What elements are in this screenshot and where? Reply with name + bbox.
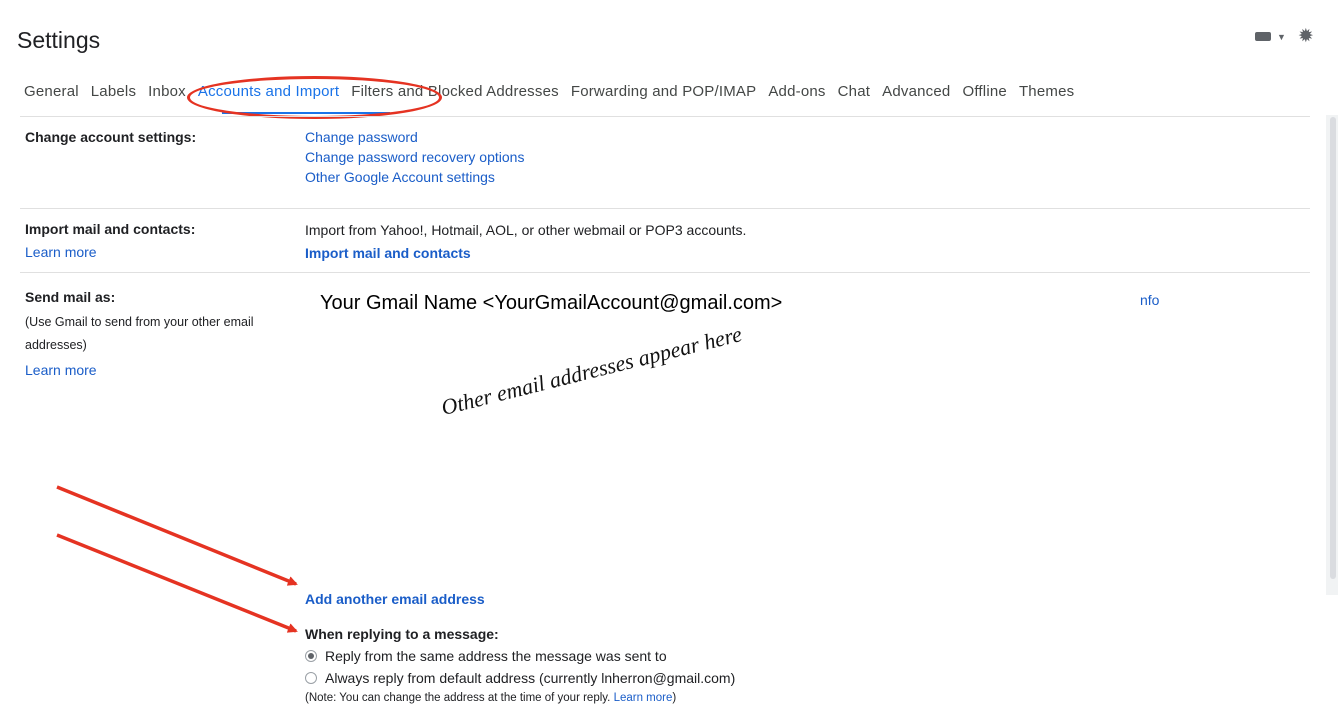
- tab-labels[interactable]: Labels: [91, 83, 136, 100]
- highlight-oval-annotation: [187, 76, 442, 119]
- chevron-down-icon[interactable]: ▼: [1277, 32, 1286, 42]
- row-divider: [20, 208, 1310, 209]
- reply-note: (Note: You can change the address at the…: [305, 692, 676, 704]
- reply-learn-more-link[interactable]: Learn more: [614, 692, 673, 704]
- tab-themes[interactable]: Themes: [1019, 83, 1074, 100]
- arrow-to-replying: [56, 533, 298, 633]
- send-mail-desc-2: addresses): [25, 338, 87, 352]
- tab-advanced[interactable]: Advanced: [882, 83, 950, 100]
- reply-option-default[interactable]: Always reply from default address (curre…: [305, 670, 735, 686]
- tab-chat[interactable]: Chat: [838, 83, 871, 100]
- arrow-to-add-address: [56, 485, 298, 586]
- reply-option-same[interactable]: Reply from the same address the message …: [305, 648, 667, 664]
- tab-add-ons[interactable]: Add-ons: [768, 83, 825, 100]
- import-description: Import from Yahoo!, Hotmail, AOL, or oth…: [305, 222, 747, 238]
- radio-same-address[interactable]: [305, 650, 317, 663]
- import-mail-label: Import mail and contacts:: [25, 221, 196, 237]
- send-mail-label: Send mail as:: [25, 289, 116, 305]
- send-as-panel: [297, 280, 1292, 585]
- change-account-label: Change account settings:: [25, 129, 197, 145]
- import-learn-more-link[interactable]: Learn more: [25, 244, 97, 260]
- google-account-settings-link[interactable]: Other Google Account settings: [305, 167, 524, 187]
- scrollbar[interactable]: [1326, 115, 1338, 595]
- send-mail-desc-1: (Use Gmail to send from your other email: [25, 315, 254, 329]
- change-account-links: Change password Change password recovery…: [305, 127, 524, 187]
- row-divider: [20, 272, 1310, 273]
- scrollbar-thumb[interactable]: [1330, 117, 1336, 579]
- tab-forwarding[interactable]: Forwarding and POP/IMAP: [571, 83, 757, 100]
- header-icons: ▼ ✹: [1255, 27, 1314, 46]
- tab-general[interactable]: General: [24, 83, 79, 100]
- keyboard-icon[interactable]: [1255, 32, 1271, 41]
- send-as-account: Your Gmail Name <YourGmailAccount@gmail.…: [320, 292, 783, 314]
- change-password-link[interactable]: Change password: [305, 127, 524, 147]
- reply-option-default-label: Always reply from default address (curre…: [325, 670, 736, 686]
- tabs-divider: [20, 116, 1310, 117]
- edit-info-link[interactable]: nfo: [1140, 292, 1159, 308]
- add-email-address-link[interactable]: Add another email address: [305, 589, 485, 609]
- recovery-options-link[interactable]: Change password recovery options: [305, 147, 524, 167]
- import-mail-contacts-link[interactable]: Import mail and contacts: [305, 243, 471, 263]
- reply-note-text: (Note: You can change the address at the…: [305, 692, 611, 704]
- send-mail-learn-more-link[interactable]: Learn more: [25, 362, 97, 378]
- gear-icon[interactable]: ✹: [1298, 27, 1314, 46]
- settings-tabs: General Labels Inbox Accounts and Import…: [24, 83, 1086, 100]
- replying-heading: When replying to a message:: [305, 626, 499, 642]
- reply-note-end: ): [672, 692, 677, 704]
- radio-default-address[interactable]: [305, 672, 317, 685]
- reply-option-same-label: Reply from the same address the message …: [325, 648, 667, 664]
- page-title: Settings: [17, 27, 101, 53]
- tab-inbox[interactable]: Inbox: [148, 83, 186, 100]
- tab-offline[interactable]: Offline: [962, 83, 1006, 100]
